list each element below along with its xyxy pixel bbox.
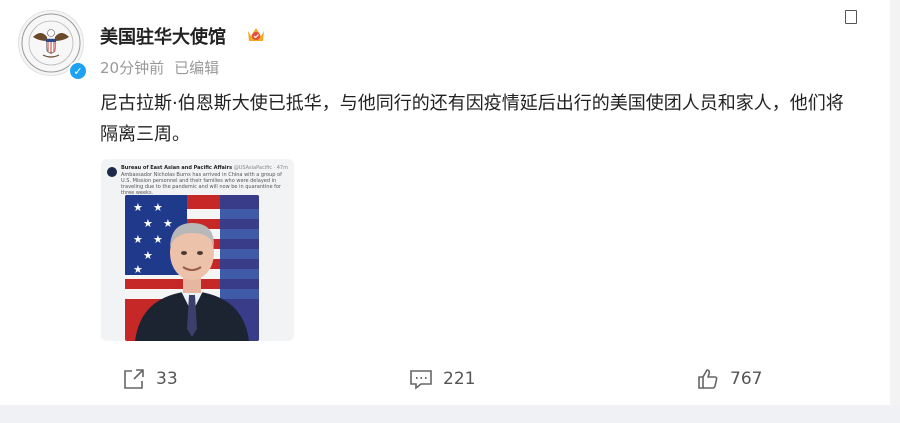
like-count: 767 bbox=[730, 369, 763, 389]
svg-text:★: ★ bbox=[133, 233, 143, 246]
svg-text:★: ★ bbox=[153, 201, 163, 214]
svg-text:★: ★ bbox=[133, 263, 143, 276]
vip-crown-icon[interactable] bbox=[245, 23, 267, 45]
comment-icon bbox=[410, 370, 432, 390]
svg-text:★: ★ bbox=[143, 217, 153, 230]
tweet-header: Bureau of East Asian and Pacific Affairs… bbox=[121, 165, 288, 171]
like-button[interactable]: 767 bbox=[696, 366, 762, 392]
share-count: 33 bbox=[156, 369, 178, 389]
share-button[interactable]: 33 bbox=[122, 366, 178, 392]
ambassador-photo: ★ ★ ★ ★ ★ ★ ★ ★ bbox=[125, 195, 259, 341]
more-icon[interactable] bbox=[845, 10, 857, 24]
verified-icon: ✓ bbox=[68, 61, 88, 81]
comment-button[interactable]: 221 bbox=[409, 366, 475, 392]
svg-text:★: ★ bbox=[153, 233, 163, 246]
scrollbar[interactable] bbox=[890, 0, 900, 423]
weibo-post-card: ✓ 美国驻华大使馆 20分钟前 已编辑 尼古拉斯·伯恩斯大使已抵华，与他同行的还有… bbox=[0, 0, 890, 405]
tweet-account: Bureau of East Asian and Pacific Affairs bbox=[121, 165, 233, 171]
comment-count: 221 bbox=[443, 369, 476, 389]
feed-divider bbox=[0, 405, 900, 423]
svg-text:★: ★ bbox=[143, 249, 153, 262]
author-name[interactable]: 美国驻华大使馆 bbox=[100, 23, 226, 49]
post-meta: 20分钟前 已编辑 bbox=[100, 57, 219, 78]
post-time[interactable]: 20分钟前 bbox=[100, 59, 164, 77]
edited-label[interactable]: 已编辑 bbox=[174, 59, 219, 77]
svg-text:★: ★ bbox=[163, 217, 173, 230]
svg-text:★: ★ bbox=[133, 201, 143, 214]
post-text: 尼古拉斯·伯恩斯大使已抵华，与他同行的还有因疫情延后出行的美国使团人员和家人，他… bbox=[100, 93, 844, 145]
tweet-body: Ambassador Nicholas Burns has arrived in… bbox=[121, 172, 282, 196]
share-icon bbox=[124, 369, 144, 389]
embedded-image[interactable]: Bureau of East Asian and Pacific Affairs… bbox=[101, 159, 294, 341]
bureau-logo-icon bbox=[107, 167, 117, 177]
like-icon bbox=[698, 369, 718, 389]
tweet-handle: @USAsiaPacific · 47m bbox=[233, 165, 288, 171]
